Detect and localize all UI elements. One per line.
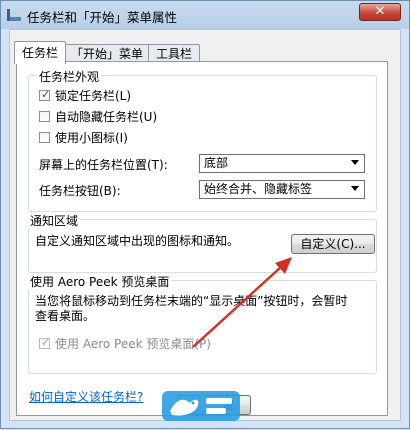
tab-taskbar[interactable]: 任务栏 [14, 41, 66, 64]
red-arrow-annotation-icon [192, 257, 292, 348]
properties-window: 任务栏和「开始」菜单属性 ✕ 任务栏 「开始」菜单 工具栏 任务栏外观 ✓ 锁定… [0, 0, 410, 429]
